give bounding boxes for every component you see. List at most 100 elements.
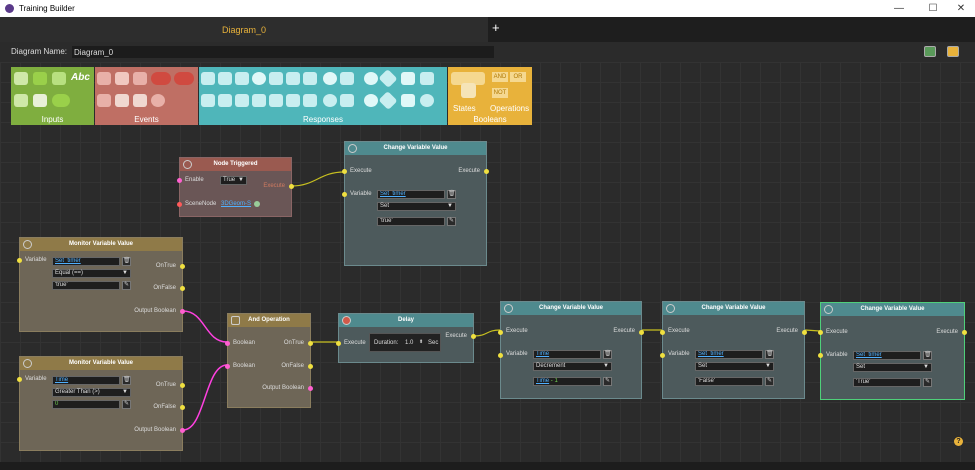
- change-variable-node-2[interactable]: Change Variable Value Execute Execute Va…: [498, 301, 644, 399]
- execute-input-port[interactable]: [342, 169, 347, 174]
- value-field[interactable]: 'true': [377, 217, 445, 226]
- cube-input-icon[interactable]: [52, 72, 66, 85]
- node-event-icon[interactable]: [97, 72, 111, 85]
- not-icon[interactable]: NOT: [492, 88, 508, 98]
- delete-icon[interactable]: 🗑: [603, 350, 612, 359]
- rotate-response-icon[interactable]: [323, 72, 337, 85]
- output-boolean-port[interactable]: [180, 428, 185, 433]
- delete-icon[interactable]: 🗑: [447, 190, 456, 199]
- boolean-input-2-port[interactable]: [225, 364, 230, 369]
- edit-icon[interactable]: ✎: [122, 281, 131, 290]
- delete-icon[interactable]: 🗑: [923, 351, 932, 360]
- toggle-event-icon[interactable]: [151, 72, 171, 85]
- delay-node[interactable]: Delay Execute Duration: 1.0 ⬍ Sec Execut…: [336, 313, 476, 363]
- execute-output-port[interactable]: [639, 330, 644, 335]
- edit-icon[interactable]: ✎: [122, 400, 131, 409]
- and-icon[interactable]: AND: [492, 72, 508, 82]
- text-input-icon[interactable]: Abc: [71, 72, 90, 83]
- variable-field[interactable]: Time: [52, 376, 120, 385]
- variable-field[interactable]: Time: [533, 350, 601, 359]
- execute-input-port[interactable]: [818, 330, 823, 335]
- target-response-icon[interactable]: [364, 94, 378, 107]
- change-variable-node-1[interactable]: Change Variable Value Execute Execute Va…: [342, 141, 489, 266]
- remove-response-icon[interactable]: [378, 90, 398, 111]
- grab-event-icon[interactable]: [133, 94, 147, 107]
- variable-field[interactable]: Set_timer: [853, 351, 921, 360]
- or-icon[interactable]: OR: [510, 72, 526, 82]
- camera-event-icon[interactable]: [133, 72, 147, 85]
- on-true-port[interactable]: [180, 383, 185, 388]
- click-event-icon[interactable]: [115, 72, 129, 85]
- point-response-icon[interactable]: [364, 72, 378, 85]
- split-response-icon[interactable]: [340, 94, 354, 107]
- value-field[interactable]: 'true': [52, 281, 120, 290]
- condition-select[interactable]: Greater Than (>) ▼: [52, 388, 131, 397]
- operation-select[interactable]: Set ▼: [853, 363, 932, 372]
- pin-response-icon[interactable]: [401, 94, 415, 107]
- value-field[interactable]: 'True': [853, 378, 921, 387]
- operation-select[interactable]: Decrement ▼: [533, 362, 612, 371]
- delete-icon[interactable]: 🗑: [765, 350, 774, 359]
- and-operation-node[interactable]: And Operation Boolean Boolean OnTrue OnF…: [225, 313, 313, 408]
- hand-state-icon[interactable]: [461, 83, 476, 98]
- edit-icon[interactable]: ✎: [447, 217, 456, 226]
- add-tab-button[interactable]: +: [492, 20, 500, 35]
- variable-field[interactable]: Set_timer: [695, 350, 763, 359]
- value-field[interactable]: 'False': [695, 377, 763, 386]
- execute-input-port[interactable]: [498, 330, 503, 335]
- boolean-input-icon[interactable]: [14, 72, 28, 85]
- touch-event-icon[interactable]: [97, 94, 111, 107]
- hand-response-icon[interactable]: [201, 94, 215, 107]
- execute-input-port[interactable]: [336, 341, 341, 346]
- location-response-icon[interactable]: [401, 72, 415, 85]
- on-false-port[interactable]: [180, 405, 185, 410]
- diagram-name-input[interactable]: [72, 46, 494, 58]
- value-field[interactable]: Time - 1: [533, 377, 601, 386]
- responses-icon-1[interactable]: [201, 72, 215, 85]
- tab-diagram-0[interactable]: Diagram_0: [0, 17, 488, 42]
- duration-value[interactable]: 1.0: [405, 340, 413, 346]
- close-button[interactable]: ✕: [946, 0, 975, 17]
- image-response-icon[interactable]: [218, 94, 232, 107]
- monitor-variable-node-1[interactable]: Monitor Variable Value Variable Set_time…: [17, 237, 185, 332]
- monitor-variable-node-2[interactable]: Monitor Variable Value Variable Time 🗑 G…: [17, 356, 185, 451]
- variable-port[interactable]: [17, 377, 22, 382]
- compare-event-icon[interactable]: [174, 72, 194, 85]
- path-response-icon[interactable]: [420, 72, 434, 85]
- variables-icon[interactable]: [947, 46, 959, 57]
- operation-select[interactable]: Set ▼: [377, 202, 456, 211]
- minimize-button[interactable]: —: [884, 0, 914, 17]
- edit-icon[interactable]: ✎: [765, 377, 774, 386]
- operation-select[interactable]: Set ▼: [695, 362, 774, 371]
- variable-port[interactable]: [342, 192, 347, 197]
- variable-port[interactable]: [660, 353, 665, 358]
- reset-response-icon[interactable]: [420, 94, 434, 107]
- execute-output-port[interactable]: [289, 184, 294, 189]
- network-response-icon[interactable]: [323, 94, 337, 107]
- edit-icon[interactable]: ✎: [923, 378, 932, 387]
- variable-port[interactable]: [498, 353, 503, 358]
- variable-field[interactable]: Set_timer: [377, 190, 445, 199]
- on-false-port[interactable]: [180, 286, 185, 291]
- sound-response-icon[interactable]: [269, 72, 283, 85]
- panel-response-icon[interactable]: [303, 94, 317, 107]
- camera-response-icon[interactable]: [235, 72, 249, 85]
- play-response-icon[interactable]: [252, 94, 266, 107]
- on-true-port[interactable]: [180, 264, 185, 269]
- edit-icon[interactable]: ✎: [603, 377, 612, 386]
- image-input-icon[interactable]: [33, 72, 47, 85]
- person-input-icon[interactable]: [33, 94, 47, 107]
- variable-port[interactable]: [818, 353, 823, 358]
- boolean-input-1-port[interactable]: [225, 341, 230, 346]
- media-response-icon[interactable]: [286, 94, 300, 107]
- keyboard-response-icon[interactable]: [303, 72, 317, 85]
- change-variable-node-3[interactable]: Change Variable Value Execute Execute Va…: [660, 301, 807, 399]
- maximize-button[interactable]: ☐: [918, 0, 948, 17]
- photo-response-icon[interactable]: [235, 94, 249, 107]
- change-variable-node-4[interactable]: Change Variable Value Execute Execute Va…: [818, 302, 967, 400]
- enable-port[interactable]: [177, 178, 182, 183]
- duration-stepper[interactable]: ⬍: [419, 339, 423, 345]
- value-field[interactable]: 0: [52, 400, 120, 409]
- on-false-port[interactable]: [308, 364, 313, 369]
- help-icon[interactable]: ?: [954, 437, 963, 446]
